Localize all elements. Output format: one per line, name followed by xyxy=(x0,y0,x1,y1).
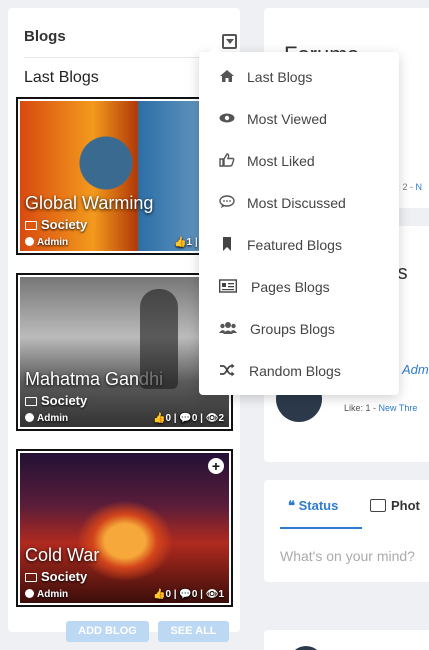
plus-icon[interactable]: + xyxy=(208,458,224,474)
view-count: 1 xyxy=(218,589,224,600)
view-count: 2 xyxy=(218,413,224,424)
feed-panel xyxy=(264,630,429,650)
folder-icon xyxy=(25,221,37,230)
blog-author[interactable]: Admin xyxy=(25,237,68,248)
forums-link[interactable]: N xyxy=(416,182,423,192)
blog-author[interactable]: Admin xyxy=(25,589,68,600)
menu-item-groups-blogs[interactable]: Groups Blogs xyxy=(199,308,399,348)
status-panel xyxy=(264,480,429,582)
blog-image[interactable]: Mahatma Gandhi Society Admin 👍0 | 💬0 | 👁… xyxy=(20,277,229,427)
menu-item-label: Most Liked xyxy=(247,153,315,169)
user-icon xyxy=(25,413,34,422)
eye-icon xyxy=(219,113,235,123)
home-icon xyxy=(220,70,234,82)
blog-title[interactable]: Mahatma Gandhi xyxy=(25,369,163,390)
comment-count: 0 xyxy=(191,589,198,600)
thumbs-up-icon: 👍 xyxy=(174,237,187,248)
menu-item-label: Featured Blogs xyxy=(247,237,342,253)
menu-item-last-blogs[interactable]: Last Blogs xyxy=(199,56,399,96)
menu-item-random-blogs[interactable]: Random Blogs xyxy=(199,350,399,390)
menu-item-label: Pages Blogs xyxy=(251,279,330,295)
tab-photo[interactable]: Phot xyxy=(370,498,420,513)
menu-item-most-viewed[interactable]: Most Viewed xyxy=(199,98,399,138)
add-blog-button[interactable]: ADD BLOG xyxy=(66,621,149,642)
new-thread-link[interactable]: New Thre xyxy=(379,403,418,413)
comment-count: 0 xyxy=(191,413,198,424)
shuffle-icon xyxy=(220,363,235,377)
like-count: 0 xyxy=(165,589,171,600)
thread-meta: Like: 1 - New Thre xyxy=(344,403,418,413)
eye-icon: 👁 xyxy=(205,413,219,424)
tab-status[interactable]: ❝ Status xyxy=(288,498,338,514)
like-count: 0 xyxy=(165,413,171,424)
blog-category[interactable]: Society xyxy=(25,217,87,232)
status-input[interactable]: What's on your mind? xyxy=(280,548,415,564)
comment-icon: 💬 xyxy=(179,413,192,424)
menu-item-label: Most Viewed xyxy=(247,111,327,127)
menu-item-label: Random Blogs xyxy=(249,363,341,379)
thumbs-up-icon: 👍 xyxy=(152,589,166,600)
menu-item-label: Last Blogs xyxy=(247,69,313,85)
section-label: Last Blogs xyxy=(24,69,99,86)
blog-image[interactable]: + Cold War Society Admin 👍0 | 💬0 | 👁1 xyxy=(20,453,229,603)
folder-icon xyxy=(25,397,37,406)
blog-card[interactable]: + Cold War Society Admin 👍0 | 💬0 | 👁1 xyxy=(16,449,233,607)
comment-icon: 💬 xyxy=(179,589,192,600)
thumbs-up-icon: 👍 xyxy=(152,413,166,424)
menu-item-most-discussed[interactable]: Most Discussed xyxy=(199,182,399,222)
blog-author[interactable]: Admin xyxy=(25,413,68,424)
blog-category[interactable]: Society xyxy=(25,393,87,408)
thumbs-up-icon xyxy=(219,153,235,167)
menu-item-pages-blogs[interactable]: Pages Blogs xyxy=(199,266,399,306)
like-count: 1 xyxy=(186,237,193,248)
blog-category[interactable]: Society xyxy=(25,569,87,584)
blog-stats: 👍0 | 💬0 | 👁1 xyxy=(152,589,224,600)
comment-icon xyxy=(219,195,235,208)
menu-item-label: Most Discussed xyxy=(247,195,346,211)
folder-icon xyxy=(25,573,37,582)
user-icon xyxy=(25,237,34,246)
author-link[interactable]: Adm xyxy=(402,362,429,377)
photo-icon xyxy=(370,499,386,512)
eye-icon: 👁 xyxy=(205,589,219,600)
blog-stats: 👍0 | 💬0 | 👁2 xyxy=(152,413,224,424)
user-icon xyxy=(25,589,34,598)
quote-icon: ❝ xyxy=(288,498,299,513)
active-tab-indicator xyxy=(280,527,362,529)
blogs-filter-dropdown: Last Blogs Most Viewed Most Liked Most D… xyxy=(199,46,399,395)
blog-image[interactable]: Global Warming Society Admin 👍1 | 💬0 | xyxy=(20,101,229,251)
blog-title[interactable]: Global Warming xyxy=(25,193,153,214)
widget-title: Blogs xyxy=(24,28,66,45)
menu-item-label: Groups Blogs xyxy=(250,321,335,337)
menu-item-most-liked[interactable]: Most Liked xyxy=(199,140,399,180)
bookmark-icon xyxy=(223,237,231,251)
users-icon xyxy=(219,322,237,334)
see-all-button[interactable]: SEE ALL xyxy=(158,621,229,642)
menu-item-featured-blogs[interactable]: Featured Blogs xyxy=(199,224,399,264)
blog-title[interactable]: Cold War xyxy=(25,545,99,566)
dropdown-toggle-icon[interactable] xyxy=(222,34,237,49)
id-card-icon xyxy=(219,279,237,293)
